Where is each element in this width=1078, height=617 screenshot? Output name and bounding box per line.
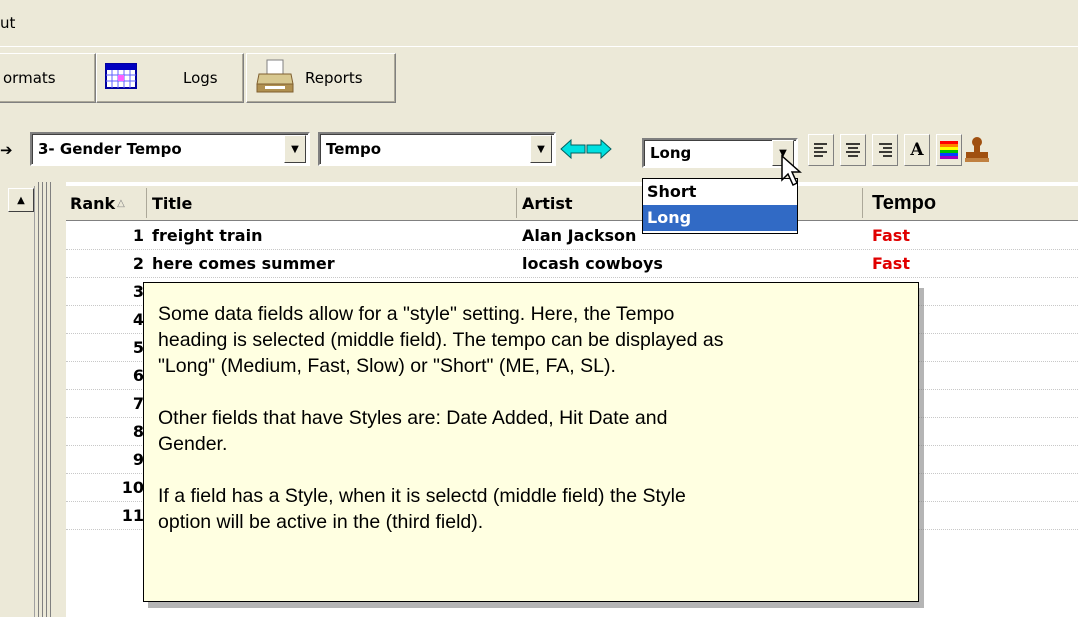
artist-cell: locash cowboys (522, 254, 663, 273)
column-header-title[interactable]: Title (152, 186, 512, 220)
header-separator (146, 188, 147, 218)
toolbar: ormats Logs Reports (0, 46, 1078, 123)
formats-button[interactable]: ormats (0, 53, 96, 103)
artist-cell: Alan Jackson (522, 226, 637, 245)
menu-bar: ut (0, 0, 1078, 44)
logs-button[interactable]: Logs (96, 53, 244, 103)
table-row[interactable]: 1 freight train Alan Jackson Fast (66, 222, 1078, 250)
style-dropdown-list[interactable]: Short Long (642, 178, 798, 234)
tempo-header-label: Tempo (872, 191, 937, 214)
rank-cell: 5 (132, 338, 144, 357)
align-left-icon (814, 143, 827, 157)
rank-cell: 6 (132, 366, 144, 385)
align-center-icon (846, 143, 860, 157)
tooltip-text: Gender. (158, 433, 228, 455)
arrow-right-icon: ➔ (0, 141, 13, 159)
tooltip-text: Other fields that have Styles are: Date … (158, 407, 668, 429)
rank-cell: 9 (132, 450, 144, 469)
grid-header: Rank △ Title Artist Tempo (66, 186, 1078, 221)
table-row[interactable]: 2 here comes summer locash cowboys Fast (66, 250, 1078, 278)
reports-label: Reports (305, 69, 363, 87)
scheme-value: 3- Gender Tempo (38, 140, 182, 158)
header-separator (862, 188, 863, 218)
help-tooltip: Some data fields allow for a "style" set… (143, 282, 919, 602)
mouse-pointer-icon (780, 154, 806, 192)
align-center-button[interactable] (840, 134, 866, 166)
scroll-up-icon[interactable]: ▲ (8, 188, 34, 212)
vertical-scrollbar[interactable]: ▲ (6, 186, 35, 617)
printer-icon (255, 58, 295, 98)
align-left-button[interactable] (808, 134, 834, 166)
rank-cell: 4 (132, 310, 144, 329)
style-option-short[interactable]: Short (643, 179, 797, 205)
rank-cell: 2 (132, 254, 144, 273)
arrow-left-icon (560, 138, 586, 160)
column-header-rank[interactable]: Rank △ (66, 186, 148, 220)
tooltip-text: If a field has a Style, when it is selec… (158, 485, 686, 507)
rank-header-label: Rank (70, 193, 116, 213)
artist-header-label: Artist (522, 193, 573, 213)
tooltip-text: "Long" (Medium, Fast, Slow) or "Short" (… (158, 355, 616, 377)
scheme-combo[interactable]: 3- Gender Tempo ▼ (30, 132, 310, 166)
prev-arrow-partial[interactable]: ➔ (0, 134, 20, 166)
rank-cell: 8 (132, 422, 144, 441)
align-right-icon (879, 143, 892, 157)
style-combo[interactable]: Long ▼ (642, 138, 798, 168)
tempo-cell: Fast (872, 226, 910, 245)
chevron-down-icon[interactable]: ▼ (530, 135, 552, 163)
stamp-icon (965, 137, 989, 162)
style-value: Long (650, 144, 692, 162)
font-icon: A (910, 140, 924, 160)
arrow-right-icon (586, 138, 612, 160)
move-right-button[interactable] (586, 134, 612, 164)
column-header-tempo[interactable]: Tempo (872, 186, 1072, 220)
style-option-long[interactable]: Long (643, 205, 797, 231)
field-combo[interactable]: Tempo ▼ (318, 132, 556, 166)
formats-label: ormats (3, 69, 56, 87)
gutter-divider (38, 182, 43, 617)
header-separator (516, 188, 517, 218)
tooltip-text: heading is selected (middle field). The … (158, 329, 724, 351)
color-palette-icon (940, 141, 958, 159)
stamp-button[interactable] (964, 134, 990, 166)
rank-cell: 10 (121, 478, 144, 497)
title-cell: freight train (152, 226, 263, 245)
calendar-icon (105, 63, 137, 93)
rank-cell: 1 (132, 226, 144, 245)
rank-cell: 3 (132, 282, 144, 301)
move-left-button[interactable] (560, 134, 586, 164)
field-value: Tempo (326, 140, 382, 158)
tooltip-text: option will be active in the (third fiel… (158, 511, 484, 533)
reports-button[interactable]: Reports (246, 53, 396, 103)
tempo-cell: Fast (872, 254, 910, 273)
logs-label: Logs (183, 69, 218, 87)
gutter-divider (46, 182, 51, 617)
rank-cell: 7 (132, 394, 144, 413)
align-right-button[interactable] (872, 134, 898, 166)
font-button[interactable]: A (904, 134, 930, 166)
color-button[interactable] (936, 134, 962, 166)
tooltip-text: Some data fields allow for a "style" set… (158, 303, 675, 325)
sort-asc-icon: △ (117, 197, 125, 209)
title-header-label: Title (152, 193, 193, 213)
title-cell: here comes summer (152, 254, 335, 273)
rank-cell: 11 (121, 506, 144, 525)
menu-item-partial[interactable]: ut (0, 14, 15, 32)
chevron-down-icon[interactable]: ▼ (284, 135, 306, 163)
